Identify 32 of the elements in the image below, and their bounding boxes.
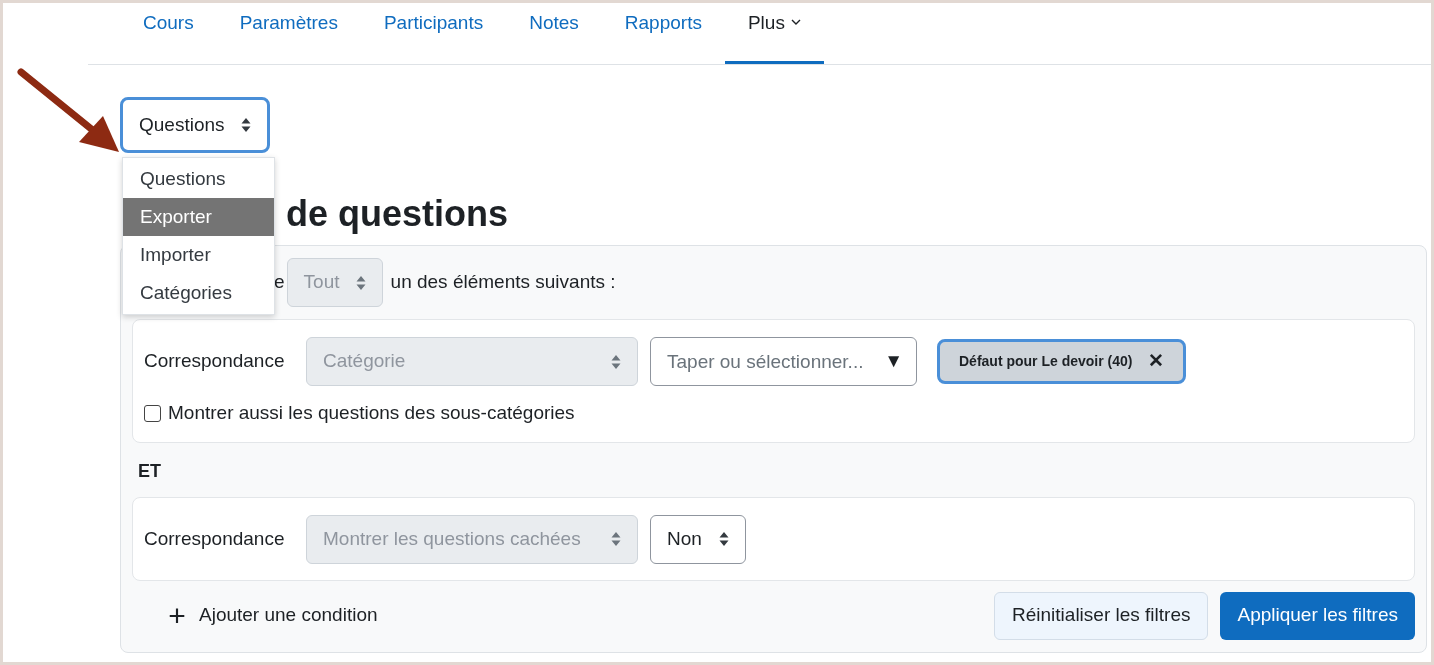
- checkbox[interactable]: [144, 404, 161, 422]
- dropdown-arrow-icon: ▼: [884, 348, 903, 374]
- condition-label: Correspondance: [144, 349, 286, 374]
- reset-filters-button[interactable]: Réinitialiser les filtres: [994, 591, 1209, 640]
- sort-arrows-icon: [611, 353, 621, 370]
- condition-label: Correspondance: [144, 526, 286, 551]
- add-condition-button[interactable]: + Ajouter une condition: [132, 591, 378, 640]
- sort-arrows-icon: [719, 531, 729, 547]
- nav-tab[interactable]: Paramètres: [216, 3, 361, 64]
- menu-item[interactable]: Importer: [123, 236, 274, 274]
- menu-item[interactable]: Catégories: [123, 274, 274, 312]
- selected-category-chip[interactable]: Défaut pour Le devoir (40) ✕: [937, 339, 1187, 384]
- page-heading: de questions: [286, 192, 509, 236]
- menu-item[interactable]: Exporter: [123, 198, 274, 236]
- nav-tab[interactable]: Notes: [506, 3, 602, 64]
- joiner-label: ET: [137, 459, 162, 483]
- match-label: e: [274, 270, 285, 295]
- nav-tab[interactable]: Cours: [120, 3, 217, 64]
- nav-tab[interactable]: Participants: [360, 3, 507, 64]
- plus-icon: +: [155, 600, 199, 631]
- page-select[interactable]: Questions: [120, 97, 270, 153]
- value-select[interactable]: Non: [650, 514, 746, 564]
- sort-arrows-icon: [611, 531, 621, 547]
- sort-arrows-icon: [355, 274, 366, 291]
- sort-arrows-icon: [240, 117, 251, 133]
- apply-filters-button[interactable]: Appliquer les filtres: [1220, 591, 1415, 640]
- nav-tab[interactable]: Plus: [724, 3, 824, 64]
- checkbox-label: Montrer aussi les questions des sous-catégories: [168, 401, 575, 425]
- menu-item[interactable]: Questions: [123, 160, 274, 198]
- close-icon: ✕: [1148, 347, 1165, 376]
- match-label: un des éléments suivants :: [390, 270, 616, 295]
- nav-tab[interactable]: Rapports: [601, 3, 725, 64]
